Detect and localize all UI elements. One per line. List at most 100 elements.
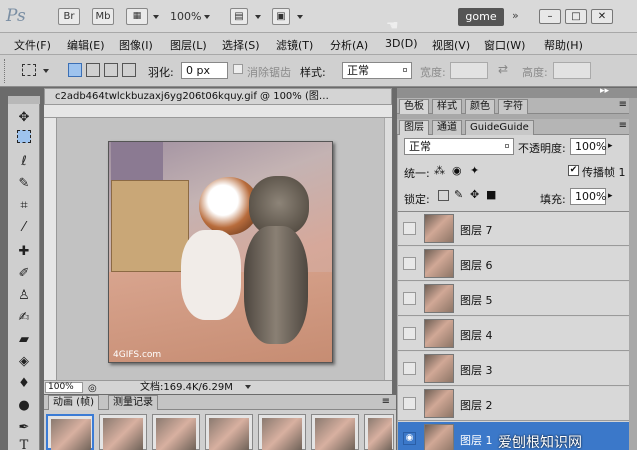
lock-position-icon[interactable]: ✥	[470, 188, 479, 201]
tool-preset-dropdown-icon[interactable]	[43, 69, 49, 73]
visibility-toggle[interactable]	[403, 362, 416, 375]
swatches-menu-icon[interactable]: ≡	[619, 99, 627, 110]
lock-all-icon[interactable]: ■	[486, 188, 496, 201]
screen-mode-icon[interactable]: ▣	[272, 8, 290, 25]
menu-filter[interactable]: 滤镜(T)	[276, 37, 313, 53]
move-tool-icon[interactable]: ✥	[14, 108, 34, 128]
bridge-button[interactable]: Br	[58, 8, 80, 25]
document-tab[interactable]: c2adb464twlckbuzaxj6yg206t06kquy.gif @ 1…	[44, 88, 392, 105]
panel-menu-icon[interactable]: ≡	[382, 395, 390, 409]
tab-character[interactable]: 字符	[498, 99, 528, 114]
close-button[interactable]: ✕	[591, 9, 613, 24]
style-select[interactable]: 正常	[342, 62, 412, 79]
quick-select-tool-icon[interactable]: ✎	[14, 174, 34, 194]
marquee-preset-icon[interactable]	[22, 64, 36, 76]
workspace-switcher[interactable]: gome	[458, 8, 504, 26]
new-selection-icon[interactable]	[68, 63, 82, 77]
menu-select[interactable]: 选择(S)	[222, 37, 260, 53]
unify-visibility-icon[interactable]: ◉	[452, 164, 462, 177]
propagate-frame-checkbox[interactable]: ✔	[568, 165, 579, 176]
gradient-tool-icon[interactable]: ◈	[14, 352, 34, 372]
marquee-tool-icon[interactable]	[17, 130, 31, 143]
pen-tool-icon[interactable]: ✒	[14, 418, 34, 438]
blur-tool-icon[interactable]: ♦	[14, 374, 34, 394]
menu-window[interactable]: 窗口(W)	[484, 37, 525, 53]
layer-row-3[interactable]: 图层 3	[398, 352, 629, 386]
layer-row-5[interactable]: 图层 5	[398, 282, 629, 316]
type-tool-icon[interactable]: T	[14, 436, 34, 450]
menu-layer[interactable]: 图层(L)	[170, 37, 207, 53]
arrange-dropdown-icon[interactable]	[255, 15, 261, 19]
tab-layers[interactable]: 图层	[399, 120, 429, 135]
animation-frame-7[interactable]	[364, 414, 394, 450]
layer-row-6[interactable]: 图层 6	[398, 247, 629, 281]
tab-measurement-log[interactable]: 测量记录	[108, 395, 158, 410]
horizontal-ruler[interactable]	[44, 105, 392, 118]
status-icon[interactable]: ◎	[88, 382, 97, 395]
menu-3d[interactable]: 3D(D)	[385, 37, 418, 50]
fill-slider-icon[interactable]: ▸	[608, 191, 613, 201]
healing-tool-icon[interactable]: ✚	[14, 242, 34, 262]
menu-analysis[interactable]: 分析(A)	[330, 37, 368, 53]
extras-button[interactable]: ▦	[126, 8, 148, 25]
tab-styles[interactable]: 样式	[432, 99, 462, 114]
visibility-eye-icon[interactable]: ◉	[403, 432, 416, 445]
animation-frame-1[interactable]	[46, 414, 94, 450]
tools-panel-header[interactable]	[8, 96, 40, 104]
menu-file[interactable]: 文件(F)	[14, 37, 51, 53]
stamp-tool-icon[interactable]: ♙	[14, 286, 34, 306]
animation-frame-5[interactable]	[258, 414, 306, 450]
tab-guideguide[interactable]: GuideGuide	[465, 120, 534, 135]
visibility-toggle[interactable]	[403, 222, 416, 235]
minimize-button[interactable]: –	[539, 9, 561, 24]
vertical-scrollbar[interactable]	[384, 118, 392, 380]
tab-animation[interactable]: 动画 (帧)	[48, 395, 99, 410]
antialias-checkbox[interactable]	[233, 64, 243, 74]
animation-frame-6[interactable]	[311, 414, 359, 450]
zoom-level[interactable]: 100%	[170, 10, 211, 23]
lock-pixels-icon[interactable]: ✎	[454, 188, 463, 201]
screen-mode-dropdown-icon[interactable]	[297, 15, 303, 19]
arrange-documents-icon[interactable]: ▤	[230, 8, 248, 25]
maximize-button[interactable]: □	[565, 9, 587, 24]
more-workspaces-icon[interactable]: »	[512, 9, 519, 22]
collapse-panels-icon[interactable]: ▸▸	[600, 86, 609, 96]
add-selection-icon[interactable]	[86, 63, 100, 77]
tab-swatches[interactable]: 色板	[399, 99, 429, 114]
zoom-field[interactable]: 100%	[45, 382, 83, 393]
eraser-tool-icon[interactable]: ▰	[14, 330, 34, 350]
visibility-toggle[interactable]	[403, 257, 416, 270]
animation-frame-3[interactable]	[152, 414, 200, 450]
layer-row-7[interactable]: 图层 7	[398, 212, 629, 246]
menu-edit[interactable]: 编辑(E)	[67, 37, 105, 53]
opacity-slider-icon[interactable]: ▸	[608, 141, 613, 151]
fill-input[interactable]: 100%	[570, 188, 606, 205]
visibility-toggle[interactable]	[403, 397, 416, 410]
tab-channels[interactable]: 通道	[432, 120, 462, 135]
animation-frame-2[interactable]	[99, 414, 147, 450]
document-size-status[interactable]: 文档:169.4K/6.29M	[140, 381, 233, 394]
lock-transparency-icon[interactable]	[438, 190, 449, 201]
dodge-tool-icon[interactable]: ●	[14, 396, 34, 416]
unify-position-icon[interactable]: ⁂	[434, 164, 445, 177]
layers-menu-icon[interactable]: ≡	[619, 120, 627, 131]
animation-frame-4[interactable]	[205, 414, 253, 450]
subtract-selection-icon[interactable]	[104, 63, 118, 77]
options-grip[interactable]	[4, 59, 7, 83]
opacity-input[interactable]: 100%	[570, 138, 606, 155]
extras-dropdown-icon[interactable]	[153, 15, 159, 19]
lasso-tool-icon[interactable]: ℓ	[14, 152, 34, 172]
intersect-selection-icon[interactable]	[122, 63, 136, 77]
status-menu-icon[interactable]	[245, 385, 251, 389]
layer-row-2[interactable]: 图层 2	[398, 387, 629, 421]
menu-help[interactable]: 帮助(H)	[544, 37, 583, 53]
blend-mode-select[interactable]: 正常	[404, 138, 514, 155]
history-brush-tool-icon[interactable]: ✍	[14, 308, 34, 328]
feather-input[interactable]: 0 px	[181, 62, 228, 79]
menu-image[interactable]: 图像(I)	[119, 37, 153, 53]
unify-style-icon[interactable]: ✦	[470, 164, 479, 177]
mini-bridge-button[interactable]: Mb	[92, 8, 114, 25]
vertical-ruler[interactable]	[44, 118, 57, 380]
document-image[interactable]: 4GIFS.com	[108, 141, 333, 363]
menu-view[interactable]: 视图(V)	[432, 37, 470, 53]
